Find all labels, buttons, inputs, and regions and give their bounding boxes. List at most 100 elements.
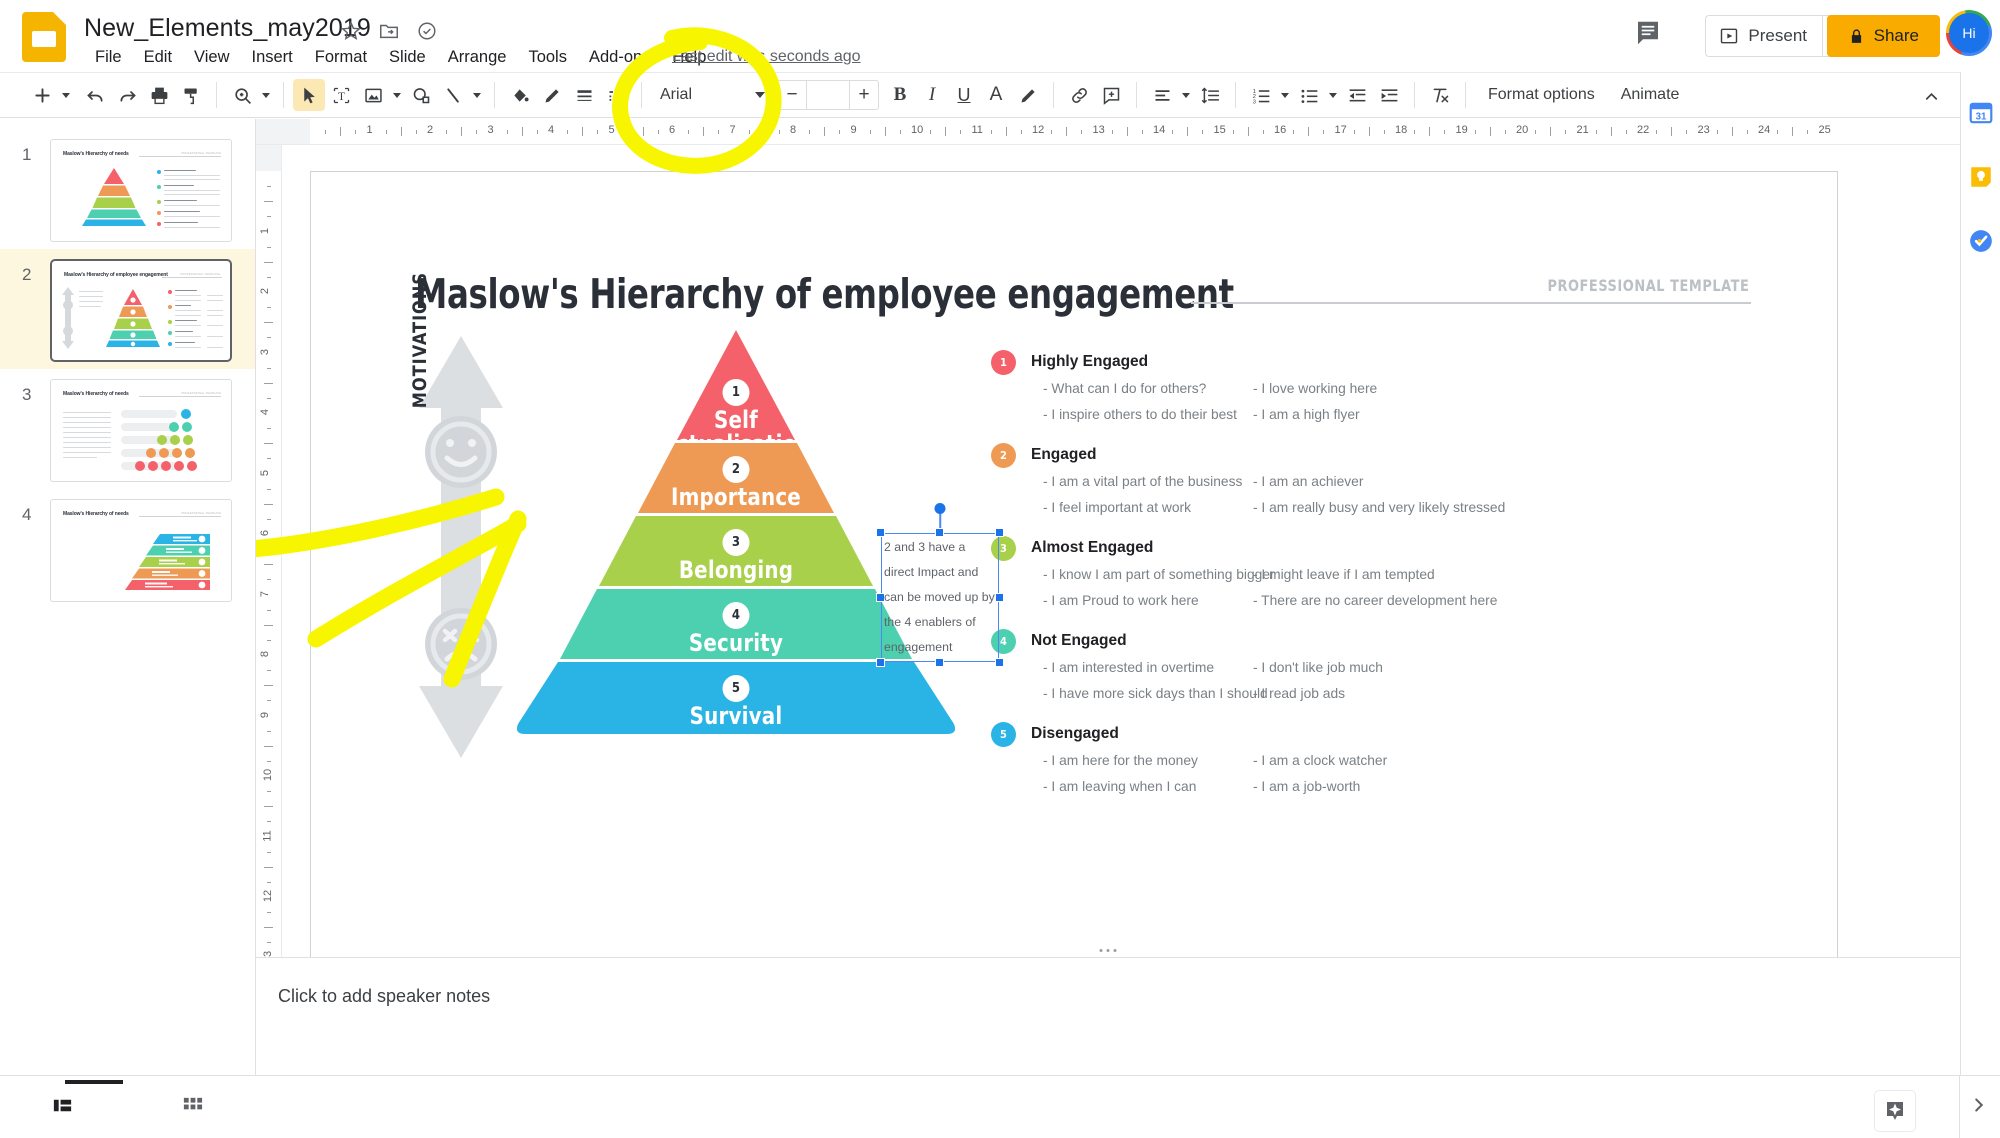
menu-insert[interactable]: Insert (241, 46, 304, 69)
ruler-tick (264, 201, 273, 202)
google-tasks-icon[interactable] (1968, 228, 1994, 254)
increase-indent-icon[interactable] (1373, 79, 1405, 111)
speaker-notes-placeholder[interactable]: Click to add speaker notes (278, 986, 490, 1007)
avatar-initials: Hi (1949, 13, 1989, 53)
font-size-increase-button[interactable]: + (850, 81, 878, 109)
font-size-decrease-button[interactable]: − (778, 81, 806, 109)
comment-history-icon[interactable] (1633, 18, 1667, 52)
menu-tools[interactable]: Tools (517, 46, 578, 69)
decrease-indent-icon[interactable] (1341, 79, 1373, 111)
menu-format[interactable]: Format (304, 46, 378, 69)
text-color-button[interactable]: A (980, 79, 1012, 111)
textbox-line: can be moved up by (884, 585, 1002, 610)
ruler-tick (1414, 130, 1415, 134)
ruler-tick (264, 564, 273, 565)
border-dash-icon[interactable] (600, 79, 632, 111)
ruler-tick (1747, 130, 1748, 134)
undo-icon[interactable] (79, 79, 111, 111)
menu-edit[interactable]: Edit (133, 46, 183, 69)
print-icon[interactable] (143, 79, 175, 111)
new-slide-icon[interactable] (26, 79, 58, 111)
cloud-saved-icon[interactable] (416, 20, 438, 42)
new-slide-dropdown-icon[interactable] (58, 80, 74, 110)
legend-item: - I have more sick days than I should (1043, 686, 1268, 701)
menu-view[interactable]: View (183, 46, 240, 69)
underline-button[interactable]: U (948, 79, 980, 111)
collapse-toolbar-icon[interactable] (1916, 81, 1946, 111)
fill-color-icon[interactable] (504, 79, 536, 111)
speaker-notes-panel[interactable]: Click to add speaker notes (256, 957, 1960, 1075)
highlight-color-icon[interactable] (1012, 79, 1044, 111)
paint-format-icon[interactable] (175, 79, 207, 111)
italic-button[interactable]: I (916, 79, 948, 111)
vertical-ruler[interactable]: 1234567891011121314 (256, 145, 282, 1075)
animate-button[interactable]: Animate (1608, 80, 1693, 110)
thumbnail-slide-2[interactable]: 2 Maslow's Hierarchy of employee engagem… (0, 249, 255, 369)
select-cursor-icon[interactable] (293, 79, 325, 111)
notes-resize-grip[interactable] (1100, 949, 1117, 952)
grid-view-button[interactable] (175, 1090, 209, 1120)
avatar[interactable]: Hi (1946, 10, 1992, 56)
present-button[interactable]: Present (1706, 16, 1822, 56)
thumbnail-slide-4[interactable]: 4 Maslow's Hierarchy of needs PROFESSION… (0, 489, 255, 609)
canvas-area[interactable]: Maslow's Hierarchy of employee engagemen… (282, 145, 1960, 1075)
insert-image-icon[interactable] (357, 79, 389, 111)
format-options-button[interactable]: Format options (1475, 80, 1608, 110)
google-keep-icon[interactable] (1968, 164, 1994, 190)
clear-formatting-icon[interactable] (1424, 79, 1456, 111)
slide-title[interactable]: Maslow's Hierarchy of employee engagemen… (415, 270, 1234, 318)
horizontal-ruler[interactable]: 1234567891011121314151617181920212223242… (256, 119, 1960, 145)
ruler-tick (930, 130, 931, 134)
filmstrip-view-button[interactable] (45, 1090, 79, 1120)
slide-thumbnail-panel[interactable]: 1 Maslow's Hierarchy of needs PROFESSION… (0, 119, 256, 1075)
slide-canvas[interactable]: Maslow's Hierarchy of employee engagemen… (310, 171, 1838, 1041)
line-dropdown-icon[interactable] (469, 80, 485, 110)
thumbnail-slide-1[interactable]: 1 Maslow's Hierarchy of needs PROFESSION… (0, 129, 255, 249)
share-button[interactable]: Share (1827, 15, 1940, 57)
google-calendar-icon[interactable]: 31 (1968, 100, 1994, 126)
bulleted-list-dropdown-icon[interactable] (1325, 80, 1341, 110)
menu-file[interactable]: File (84, 46, 133, 69)
last-edit-status[interactable]: Last edit was seconds ago (672, 48, 861, 66)
numbered-list-icon[interactable]: 123 (1245, 79, 1277, 111)
ruler-tick-label: 3 (488, 124, 494, 136)
textbox-line: the 4 enablers of (884, 610, 1002, 635)
thumbnail-slide-3[interactable]: 3 Maslow's Hierarchy of needs PROFESSION… (0, 369, 255, 489)
align-dropdown-icon[interactable] (1178, 80, 1194, 110)
text-box-icon[interactable]: T (325, 79, 357, 111)
tier-badge-3: 3 (723, 529, 750, 556)
ruler-tick (1354, 130, 1355, 134)
numbered-list-dropdown-icon[interactable] (1277, 80, 1293, 110)
bulleted-list-icon[interactable] (1293, 79, 1325, 111)
menu-arrange[interactable]: Arrange (437, 46, 518, 69)
bold-button[interactable]: B (884, 79, 916, 111)
font-size-input[interactable] (806, 81, 850, 109)
legend-title-2: Engaged (1031, 446, 1096, 464)
image-dropdown-icon[interactable] (389, 80, 405, 110)
line-icon[interactable] (437, 79, 469, 111)
ruler-tick (267, 882, 271, 883)
explore-button[interactable] (1874, 1090, 1916, 1132)
menu-addons[interactable]: Add-ons (578, 46, 661, 69)
star-icon[interactable] (340, 20, 362, 42)
selected-text-box[interactable]: 2 and 3 have a direct Impact and can be … (881, 533, 999, 662)
zoom-icon[interactable] (226, 79, 258, 111)
border-weight-icon[interactable] (568, 79, 600, 111)
link-icon[interactable] (1063, 79, 1095, 111)
tier-badge-4: 4 (723, 602, 750, 629)
font-family-select[interactable]: Arial (651, 80, 769, 110)
insert-comment-icon[interactable] (1095, 79, 1127, 111)
zoom-dropdown-icon[interactable] (258, 80, 274, 110)
align-icon[interactable] (1146, 79, 1178, 111)
menu-slide[interactable]: Slide (378, 46, 437, 69)
document-title[interactable]: New_Elements_may2019 (84, 14, 371, 43)
move-to-folder-icon[interactable] (378, 20, 400, 42)
shape-icon[interactable] (405, 79, 437, 111)
border-color-icon[interactable] (536, 79, 568, 111)
redo-icon[interactable] (111, 79, 143, 111)
ruler-tick-label: 9 (259, 711, 271, 717)
rotate-handle[interactable] (935, 503, 946, 514)
ruler-tick (749, 130, 750, 134)
line-spacing-icon[interactable] (1194, 79, 1226, 111)
expand-panel-button[interactable] (1968, 1094, 1990, 1116)
